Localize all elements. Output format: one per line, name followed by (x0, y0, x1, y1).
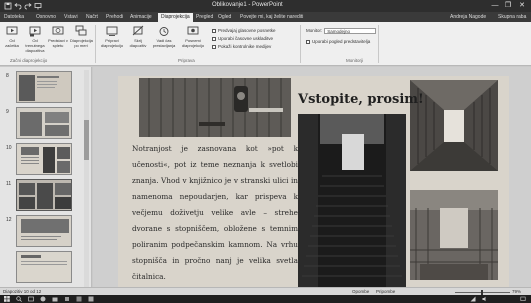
thumbnail-item[interactable]: 11 (0, 179, 90, 213)
tab-file[interactable]: Datoteka (4, 13, 24, 22)
status-bar: Diapozitiv 10 od 12 Opombe Pripombe 79% (0, 287, 531, 295)
reading-room-photo[interactable] (410, 190, 498, 280)
slide-thumbnail[interactable] (16, 107, 72, 139)
play-current-icon (29, 26, 41, 37)
tab-insert[interactable]: Vstavi (64, 13, 78, 22)
task-view-icon[interactable] (28, 296, 34, 302)
powerpoint-icon[interactable] (88, 296, 94, 302)
volume-icon[interactable] (482, 296, 488, 302)
from-current-button[interactable]: Od trenutnega diapozitiva (24, 25, 46, 55)
play-narrations-checkbox[interactable]: Predvajaj glasovne posnetke (212, 28, 276, 34)
slide-thumbnail[interactable] (16, 143, 72, 175)
window-title: Oblikovanje1 - PowerPoint (212, 2, 283, 8)
tab-home[interactable]: Osnovno (36, 13, 56, 22)
setup-show-icon (106, 26, 118, 36)
staircase-photo[interactable] (298, 114, 406, 288)
thumbnail-item[interactable]: 12 (0, 215, 90, 249)
folder-icon[interactable] (52, 296, 58, 302)
redo-icon[interactable] (24, 2, 32, 10)
group-separator (300, 25, 301, 63)
browser-icon[interactable] (40, 296, 46, 302)
monitor-select[interactable]: Monitor: Samodejno (306, 28, 377, 34)
maximize-button[interactable]: ❐ (503, 1, 513, 11)
custom-show-icon (75, 25, 87, 36)
notes-button[interactable]: Opombe (352, 289, 369, 294)
custom-show-button[interactable]: Diaprojekcija po meri (70, 25, 93, 55)
scrollbar-thumb[interactable] (84, 120, 89, 160)
thumbnail-item[interactable]: 10 (0, 143, 90, 177)
word-icon[interactable] (76, 296, 82, 302)
group-separator (95, 25, 96, 63)
present-icon[interactable] (34, 2, 42, 10)
play-start-icon (6, 26, 18, 35)
slide-title[interactable]: Vstopite, prosim! (298, 92, 424, 107)
group-label-setup: Priprava (178, 58, 195, 63)
zoom-level[interactable]: 79% (512, 289, 521, 294)
undo-icon[interactable] (14, 2, 22, 10)
slide-counter: Diapozitiv 10 od 12 (3, 289, 42, 294)
network-icon[interactable] (470, 296, 476, 302)
present-online-button[interactable]: Predstavi v spletu (48, 25, 68, 55)
group-separator (378, 25, 379, 63)
slide-body-text[interactable]: Notranjost je zasnovana kot »pot k učeno… (132, 141, 298, 285)
thumbnail-item[interactable] (0, 251, 90, 285)
record-show-button[interactable]: Posnemi diaprojekcijo (180, 25, 206, 55)
minimize-button[interactable]: — (490, 1, 500, 11)
tab-slideshow[interactable]: Diaprojekcija (158, 13, 193, 22)
comments-button[interactable]: Pripombe (376, 289, 395, 294)
title-bar: Oblikovanje1 - PowerPoint — ❐ ✕ (0, 0, 531, 12)
tell-me-search[interactable]: Povejte mi, kaj želite narediti (240, 13, 303, 22)
user-name[interactable]: Andreja Nagode (450, 13, 486, 22)
hide-slide-button[interactable]: Skrij diapozitiv (127, 25, 149, 55)
setup-show-button[interactable]: Pripravi diaprojekcijo (100, 25, 124, 55)
windows-taskbar (0, 295, 531, 303)
store-icon[interactable] (64, 296, 70, 302)
tab-review[interactable]: Pregled (196, 13, 213, 22)
hide-slide-icon (132, 25, 144, 36)
use-timings-checkbox[interactable]: Uporabi časovne uskladitve (212, 36, 273, 42)
start-icon[interactable] (4, 296, 10, 302)
thumbnail-item[interactable]: 9 (0, 107, 90, 141)
thumbnail-item[interactable]: 8 (0, 71, 90, 105)
close-button[interactable]: ✕ (517, 1, 527, 11)
record-show-icon (187, 26, 199, 35)
share-button[interactable]: Skupna raba (498, 13, 526, 22)
tab-design[interactable]: Načrt (86, 13, 98, 22)
group-label-monitors: Monitorji (346, 58, 364, 63)
tab-transitions[interactable]: Prehodi (106, 13, 123, 22)
slide-thumbnail-selected[interactable] (16, 179, 72, 211)
tab-animations[interactable]: Animacije (130, 13, 152, 22)
ribbon: Od začetka Od trenutnega diapozitiva Pre… (0, 22, 531, 66)
rehearse-timings-icon (159, 27, 169, 36)
search-icon[interactable] (16, 296, 22, 302)
door-photo[interactable] (139, 78, 291, 137)
powerpoint-window: Oblikovanje1 - PowerPoint — ❐ ✕ Datoteka… (0, 0, 531, 303)
group-label-start: Začni diaprojekcijo (10, 58, 48, 63)
slide-thumbnail-panel: 8 9 10 11 12 (0, 67, 92, 291)
rehearse-timings-button[interactable]: Vadi čas prestavljanja (152, 25, 176, 55)
save-icon[interactable] (4, 2, 12, 10)
from-beginning-button[interactable]: Od začetka (2, 25, 22, 55)
slide-thumbnail[interactable] (16, 251, 72, 283)
present-online-icon (52, 26, 64, 35)
thumbnail-scrollbar[interactable] (84, 70, 89, 287)
notifications-icon[interactable] (520, 296, 526, 302)
show-media-controls-checkbox[interactable]: Pokaži kontrolnike medijev (212, 44, 271, 50)
slide-thumbnail[interactable] (16, 215, 72, 247)
presenter-view-checkbox[interactable]: Uporabi pogled predstavitelja (306, 39, 370, 45)
tab-view[interactable]: Ogled (218, 13, 231, 22)
slide-thumbnail[interactable] (16, 71, 72, 103)
ribbon-tabs: Datoteka Osnovno Vstavi Načrt Prehodi An… (0, 12, 531, 22)
